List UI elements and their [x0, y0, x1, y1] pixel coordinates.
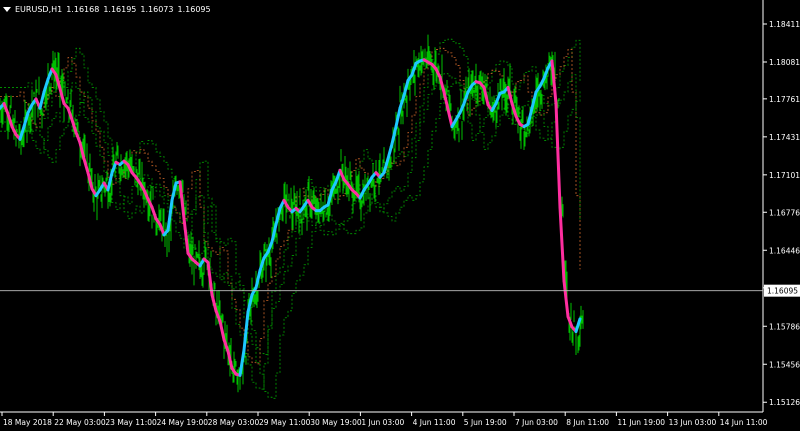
- trend-up-segment: [410, 61, 418, 77]
- lower-band-far: [0, 82, 581, 399]
- x-tick-label: 14 Jun 11:00: [720, 418, 768, 427]
- trend-down-segment: [506, 85, 514, 106]
- y-tick-label: 1.18081: [769, 58, 800, 67]
- trend-up-segment: [38, 90, 46, 110]
- y-tick-label: 1.18411: [769, 20, 800, 29]
- x-tick-label: 30 May 19:00: [310, 418, 362, 427]
- trend-down-segment: [554, 102, 562, 209]
- y-tick-label: 1.17101: [769, 171, 800, 180]
- trend-down-segment: [446, 107, 454, 129]
- trend-down-segment: [442, 90, 450, 111]
- x-tick-label: 18 May 2018: [3, 418, 52, 427]
- trend-up-segment: [394, 106, 402, 129]
- x-tick-label: 8 Jun 11:00: [566, 418, 609, 427]
- x-tick-label: 28 May 03:00: [208, 418, 260, 427]
- current-price-label: 1.16095: [767, 287, 798, 296]
- trend-down-segment: [210, 293, 218, 313]
- x-tick-label: 22 May 03:00: [54, 418, 106, 427]
- price-chart[interactable]: 1.18411 1.18081 1.17761 1.17431 1.17101 1.167…: [0, 0, 800, 431]
- trend-down-segment: [558, 205, 566, 283]
- trend-down-segment: [482, 85, 490, 107]
- upper-band-mid: [0, 47, 581, 365]
- upper-band-outer: [0, 38, 581, 355]
- x-tick-label: 24 May 19:00: [157, 418, 209, 427]
- x-tick-label: 13 Jun 03:00: [669, 418, 717, 427]
- trend-down-segment: [182, 217, 190, 255]
- y-tick-label: 1.16446: [769, 246, 800, 255]
- y-tick-label: 1.15786: [769, 322, 800, 331]
- x-tick-label: 1 Jun 03:00: [361, 418, 404, 427]
- y-tick-label: 1.17761: [769, 95, 800, 104]
- y-tick-label: 1.15456: [769, 360, 800, 369]
- x-tick-label: 7 Jun 03:00: [515, 418, 558, 427]
- y-tick-label: 1.16776: [769, 208, 800, 217]
- trend-up-segment: [242, 310, 250, 352]
- x-tick-label: 23 May 11:00: [105, 418, 157, 427]
- x-tick-label: 4 Jun 11:00: [413, 418, 456, 427]
- trend-up-segment: [574, 317, 582, 334]
- y-tick-label: 1.17431: [769, 133, 800, 142]
- trend-up-segment: [402, 79, 410, 98]
- trend-up-segment: [398, 94, 406, 110]
- trend-down-segment: [218, 319, 226, 342]
- chart-window: EURUSD,H1 1.16168 1.16195 1.16073 1.1609…: [0, 0, 800, 431]
- y-tick-label: 1.15126: [769, 398, 800, 407]
- x-tick-label: 11 Jun 19:00: [617, 418, 665, 427]
- x-tick-label: 29 May 11:00: [259, 418, 311, 427]
- trend-down-segment: [150, 205, 158, 221]
- x-tick-label: 5 Jun 19:00: [464, 418, 507, 427]
